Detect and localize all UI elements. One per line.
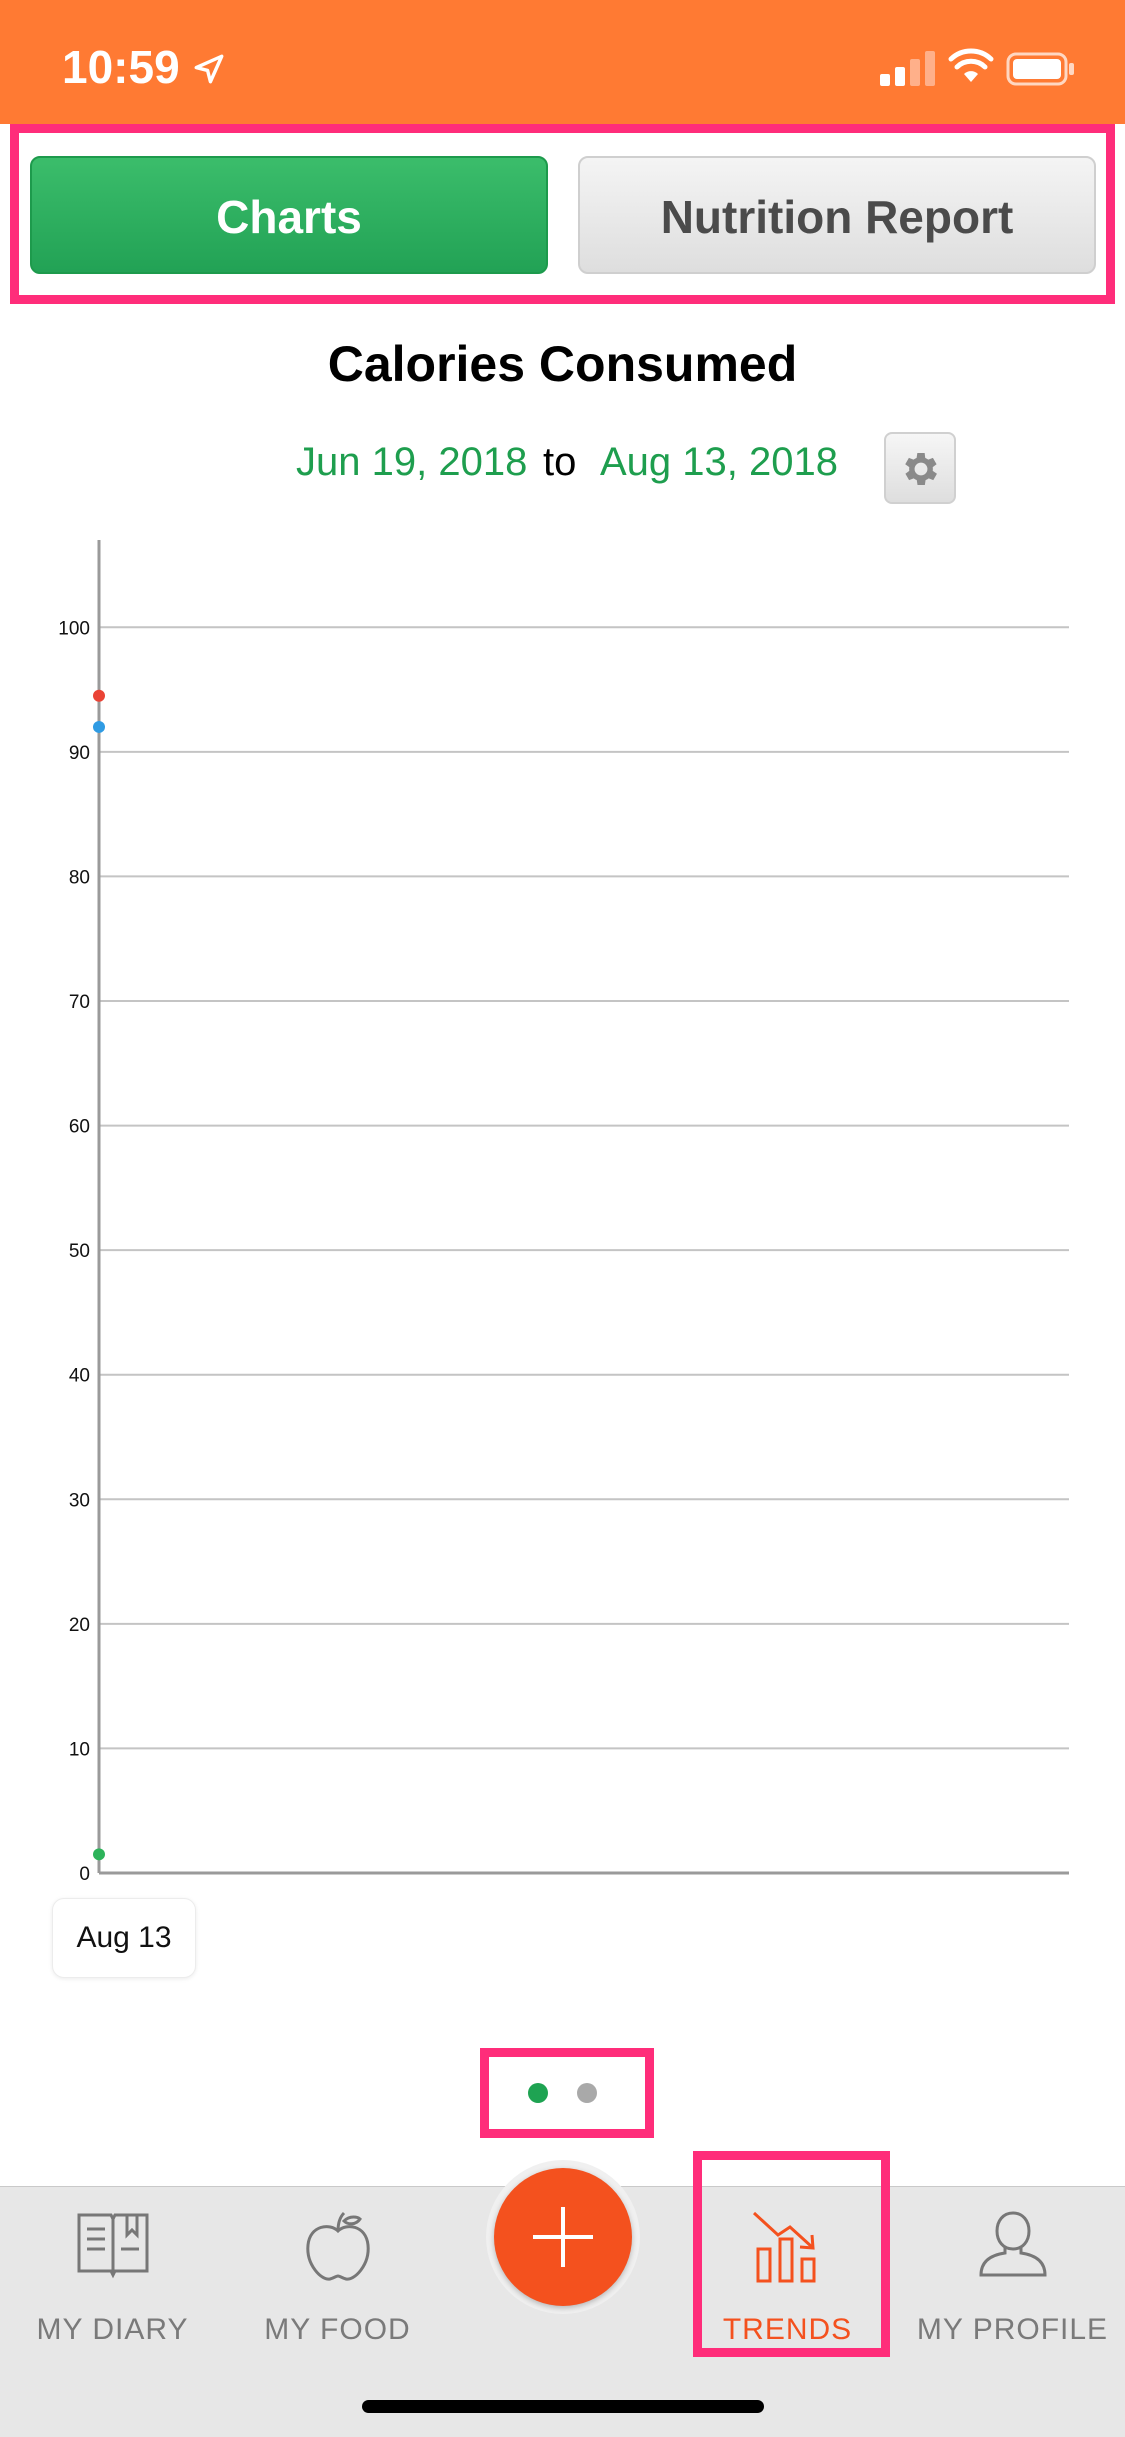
- y-tick-label: 90: [69, 743, 90, 764]
- location-arrow-icon: [194, 54, 224, 84]
- y-tick-label: 50: [69, 1241, 90, 1262]
- tab-my-profile[interactable]: MY PROFILE: [900, 2187, 1125, 2347]
- y-tick-label: 30: [69, 1490, 90, 1511]
- status-time: 10:59: [62, 41, 180, 93]
- x-axis-date-label: Aug 13: [52, 1898, 196, 1978]
- data-point: [93, 720, 105, 733]
- tab-my-food[interactable]: MY FOOD: [225, 2187, 450, 2347]
- plus-icon: [533, 2207, 593, 2267]
- tab-label-my-food: MY FOOD: [264, 2313, 411, 2346]
- data-point: [93, 1848, 105, 1861]
- data-point: [93, 689, 105, 702]
- date-range: Jun 19, 2018 to Aug 13, 2018: [0, 440, 1125, 500]
- y-tick-label: 100: [58, 618, 90, 639]
- y-tick-label: 10: [69, 1739, 90, 1760]
- y-tick-label: 0: [79, 1864, 90, 1885]
- cellular-signal-icon: [880, 51, 935, 86]
- chart-settings-button[interactable]: [884, 432, 956, 504]
- apple-icon: [305, 2211, 370, 2281]
- tab-label-my-diary: MY DIARY: [36, 2313, 189, 2346]
- status-bar: 10:59: [0, 0, 1125, 124]
- home-indicator: [362, 2400, 764, 2413]
- y-tick-label: 80: [69, 867, 90, 888]
- tab-my-diary[interactable]: MY DIARY: [0, 2187, 225, 2347]
- profile-person-icon: [978, 2211, 1047, 2277]
- y-tick-label: 70: [69, 992, 90, 1013]
- trends-tab-highlight: [693, 2151, 890, 2357]
- gear-icon: [905, 453, 937, 485]
- y-tick-label: 40: [69, 1366, 90, 1387]
- segmented-control-highlight: [10, 124, 1115, 304]
- add-entry-button[interactable]: [494, 2168, 632, 2306]
- battery-icon: [1006, 52, 1074, 86]
- page-indicator-highlight: [480, 2048, 654, 2138]
- date-range-separator: to: [543, 440, 577, 484]
- chart-title: Calories Consumed: [327, 336, 798, 392]
- wifi-icon: [948, 48, 994, 82]
- end-date-link[interactable]: Aug 13, 2018: [600, 440, 838, 485]
- calories-chart: 0 10 20 30 40 50 60 70 80 90 100: [58, 540, 1069, 1885]
- y-tick-label: 60: [69, 1117, 90, 1138]
- y-tick-label: 20: [69, 1615, 90, 1636]
- diary-book-icon: [77, 2213, 148, 2279]
- start-date-link[interactable]: Jun 19, 2018: [296, 440, 527, 485]
- tab-label-my-profile: MY PROFILE: [916, 2313, 1109, 2346]
